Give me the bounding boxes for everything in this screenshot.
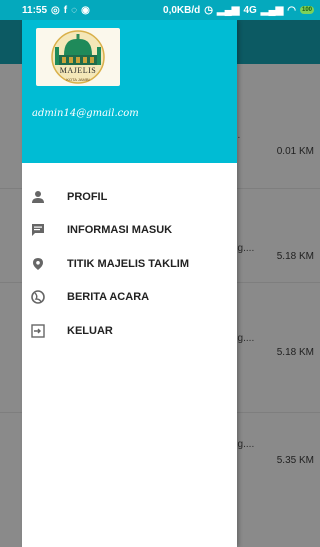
logout-icon [30,323,46,339]
menu-item-label: TITIK MAJELIS TAKLIM [67,257,190,270]
wifi-icon: ◠ [287,4,296,16]
signal-icon-2: ▂▄▆ [260,4,284,16]
menu-item-label: INFORMASI MASUK [67,224,173,237]
battery-icon: 100 [300,6,314,14]
app-screen: 11:55 ◎ f ◌ ◉ 0,0KB/d ◷ ▂▄▆ 4G ▂▄▆ ◠ 100… [0,0,320,547]
status-time: 11:55 [22,4,48,16]
signal-icon: ▂▄▆ [216,4,240,16]
whatsapp-icon: ◌ [71,4,78,16]
drawer-header: MAJELIS KOTA JAMBI admin14@gmail.com [22,20,237,163]
logo-subtitle: KOTA JAMBI [66,77,90,82]
list-item-distance: 5.18 KM [276,347,314,358]
app-notification-icon: ◉ [81,4,90,16]
logo-title: MAJELIS [59,66,97,75]
list-item-distance: 5.18 KM [276,251,314,262]
list-item-distance: 0.01 KM [276,146,314,157]
menu-item-berita-acara[interactable]: BERITA ACARA [22,281,237,315]
list-item-distance: 5.35 KM [276,455,314,466]
status-left: 11:55 ◎ f ◌ ◉ [22,5,90,16]
menu-item-label: PROFIL [67,190,108,203]
network-type: 4G [243,4,257,16]
menu-item-label: BERITA ACARA [67,291,150,304]
person-icon [30,189,46,205]
message-icon [30,222,46,238]
drawer-menu: PROFIL INFORMASI MASUK TITIK MAJELIS TAK… [22,163,237,348]
menu-item-informasi-masuk[interactable]: INFORMASI MASUK [22,214,237,248]
menu-item-keluar[interactable]: KELUAR [22,314,237,348]
status-right: 0,0KB/d ◷ ▂▄▆ 4G ▂▄▆ ◠ 100 [163,5,314,16]
app-logo: MAJELIS KOTA JAMBI [36,28,120,86]
notification-icon: ◎ [51,4,60,16]
menu-item-titik-majelis-taklim[interactable]: TITIK MAJELIS TAKLIM [22,247,237,281]
status-bar: 11:55 ◎ f ◌ ◉ 0,0KB/d ◷ ▂▄▆ 4G ▂▄▆ ◠ 100 [0,0,320,20]
facebook-icon: f [63,4,68,16]
globe-icon [30,289,46,305]
menu-item-label: KELUAR [67,324,113,337]
navigation-drawer: MAJELIS KOTA JAMBI admin14@gmail.com PRO… [22,20,237,547]
alarm-icon: ◷ [204,4,213,16]
menu-item-profil[interactable]: PROFIL [22,180,237,214]
data-rate: 0,0KB/d [163,4,201,16]
user-email: admin14@gmail.com [32,108,139,119]
location-icon [30,256,46,272]
